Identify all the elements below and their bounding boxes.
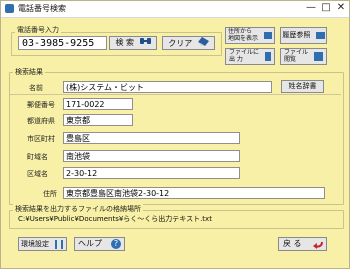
search-button-label: 検 索 [115,38,134,47]
address-field[interactable]: 東京都豊島区南池袋2-30-12 [63,187,325,199]
prefecture-label: 都道府県 [27,117,55,125]
title-bar: 電話番号検索 — □ ✕ [1,1,349,18]
file-export-icon [265,52,271,61]
help-icon: ? [111,239,121,249]
history-button-label: 履歴参照 [282,31,311,39]
window-title: 電話番号検索 [18,4,66,13]
history-button[interactable]: 履歴参照 [280,27,327,44]
city-field[interactable]: 豊島区 [63,132,240,144]
clear-button-label: クリア [168,39,193,48]
file-output-button[interactable]: ファイルに 出 力 [225,48,275,65]
settings-icon [55,240,63,249]
app-icon [5,4,14,13]
phone-number-input[interactable]: 03-3985-9255 [18,36,107,50]
name-dictionary-button[interactable]: 姓名辞書 [281,80,324,93]
results-group-label: 検索結果 [13,67,45,77]
history-icon [315,31,325,39]
output-file-group-label: 検索結果を出力するファイルの格納場所 [13,204,143,214]
settings-button-label: 環境設定 [21,240,49,248]
back-button[interactable]: 戻 る [278,237,327,251]
settings-button[interactable]: 環境設定 [18,237,67,251]
postal-code-field[interactable]: 171-0022 [63,98,133,110]
map-icon [264,32,272,39]
file-view-button[interactable]: ファイル 閲覧 [280,48,327,65]
phone-input-group-label: 電話番号入力 [15,25,61,35]
block-field[interactable]: 2-30-12 [63,167,240,179]
help-button[interactable]: ヘルプ ? [74,237,125,251]
name-label: 名前 [29,84,43,92]
clear-button[interactable]: クリア [162,36,215,50]
maximize-button[interactable]: □ [319,2,333,15]
name-field[interactable]: (株)システム・ビット [63,81,272,93]
binoculars-icon [139,37,151,49]
output-file-path: C:¥Users¥Public¥Documents¥らく～くら出力テキスト.tx… [18,215,212,223]
back-button-label: 戻 る [283,239,302,248]
address-label: 住所 [43,190,57,198]
town-label: 町域名 [27,153,48,161]
close-button[interactable]: ✕ [334,2,348,15]
town-field[interactable]: 南池袋 [63,150,240,162]
postal-code-label: 郵便番号 [27,101,55,109]
prefecture-field[interactable]: 東京都 [63,114,133,126]
results-divider [9,94,341,95]
back-arrow-icon [313,240,323,253]
eraser-icon [197,37,209,50]
show-map-from-address-button[interactable]: 住所から 地図を表示 [225,27,275,44]
minimize-button[interactable]: — [304,2,318,15]
search-button[interactable]: 検 索 [109,36,157,50]
help-button-label: ヘルプ [78,239,102,248]
file-view-icon [314,52,323,61]
phone-search-window: 電話番号検索 — □ ✕ 電話番号入力 03-3985-9255 検 索 クリア… [0,0,350,269]
block-label: 区域名 [27,170,48,178]
city-label: 市区町村 [27,135,55,143]
